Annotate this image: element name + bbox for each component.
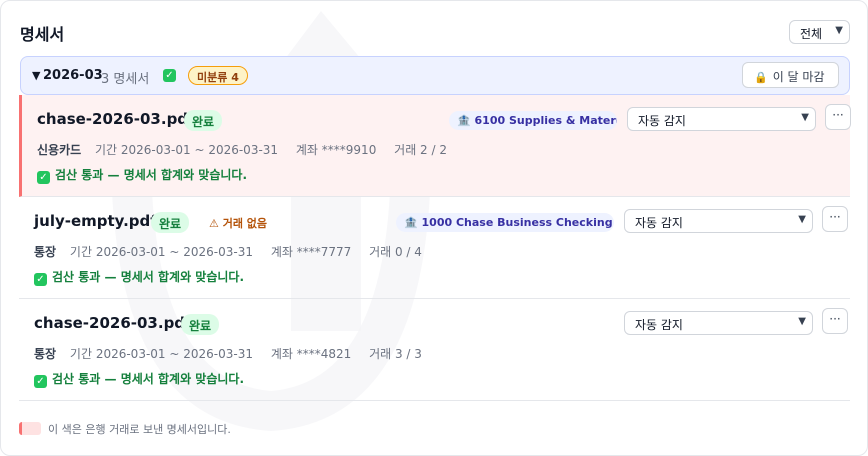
legend-footer: 이 색은 은행 거래로 보낸 명세서입니다. (19, 421, 231, 437)
account-chip[interactable]: 🏦 1000 Chase Business Checking -… (396, 213, 614, 232)
statement-filename[interactable]: chase-2026-03.pdf (37, 110, 195, 128)
reconcile-status: ✓ 검산 통과 — 명세서 합계와 맞습니다. (34, 370, 244, 388)
bank-icon: 🏦 (404, 216, 422, 229)
reconcile-text: 검산 통과 — 명세서 합계와 맞습니다. (52, 372, 245, 386)
statement-row: chase-2026-03.pdf 완료 자동 감지 ▼ ··· 통장 기간 2… (19, 299, 850, 401)
reconcile-text: 검산 통과 — 명세서 합계와 맞습니다. (55, 168, 248, 182)
statement-tx-count: 거래 0 / 4 (369, 245, 422, 259)
statement-meta: 신용카드 기간 2026-03-01 ~ 2026-03-31 계좌 ****9… (37, 141, 461, 158)
account-chip-label: 6100 Supplies & Materials (474, 114, 617, 127)
select-value: 자동 감지 (635, 318, 683, 332)
statement-filename[interactable]: july-empty.pdf (34, 212, 157, 230)
status-badge: 완료 (151, 212, 190, 233)
page-title: 명세서 (20, 25, 65, 44)
statement-kind: 통장 (34, 245, 57, 259)
statement-period: 기간 2026-03-01 ~ 2026-03-31 (69, 245, 253, 259)
check-icon: ✓ (34, 375, 47, 388)
statement-kind: 통장 (34, 347, 57, 361)
unclassified-badge[interactable]: 미분류 4 (188, 66, 248, 85)
warning-label: 거래 없음 (222, 217, 268, 230)
account-type-select[interactable]: 자동 감지 ▼ (627, 107, 816, 131)
check-icon: ✓ (34, 273, 47, 286)
more-options-button[interactable]: ··· (822, 308, 848, 334)
group-month: 2026-03 (43, 68, 103, 83)
statement-filename[interactable]: chase-2026-03.pdf (34, 314, 192, 332)
statement-tx-count: 거래 3 / 3 (369, 347, 422, 361)
status-badge: 완료 (181, 314, 220, 335)
select-value: 자동 감지 (638, 114, 686, 128)
chevron-down-icon: ▼ (798, 316, 806, 327)
statement-period: 기간 2026-03-01 ~ 2026-03-31 (69, 347, 253, 361)
group-count: 3 명세서 (101, 72, 150, 87)
collapse-triangle-icon[interactable]: ▼ (32, 69, 40, 82)
reconcile-status: ✓ 검산 통과 — 명세서 합계와 맞습니다. (34, 268, 244, 286)
more-options-button[interactable]: ··· (825, 104, 851, 130)
account-chip[interactable]: 🏦 6100 Supplies & Materials (449, 111, 617, 130)
statement-kind: 신용카드 (37, 143, 82, 157)
chevron-down-icon: ▼ (801, 112, 809, 123)
check-icon: ✓ (163, 69, 176, 82)
reconcile-status: ✓ 검산 통과 — 명세서 합계와 맞습니다. (37, 166, 247, 184)
statement-account: 계좌 ****4821 (270, 347, 352, 361)
no-transactions-warning: ⚠ 거래 없음 (209, 215, 267, 231)
statement-account: 계좌 ****7777 (270, 245, 352, 259)
filter-select[interactable]: 전체 ▼ (789, 20, 850, 44)
check-icon: ✓ (37, 171, 50, 184)
account-type-select[interactable]: 자동 감지 ▼ (624, 311, 813, 335)
chevron-down-icon: ▼ (835, 25, 843, 36)
legend-text: 이 색은 은행 거래로 보낸 명세서입니다. (48, 423, 231, 436)
close-month-button[interactable]: 🔒 이 달 마감 (742, 62, 839, 88)
statement-row: july-empty.pdf 완료 ⚠ 거래 없음 🏦 1000 Chase B… (19, 197, 850, 299)
warning-icon: ⚠ (209, 217, 223, 230)
status-badge: 완료 (184, 110, 223, 131)
statement-meta: 통장 기간 2026-03-01 ~ 2026-03-31 계좌 ****777… (34, 243, 436, 260)
statement-period: 기간 2026-03-01 ~ 2026-03-31 (95, 143, 279, 157)
close-month-label: 이 달 마감 (772, 70, 825, 84)
more-options-button[interactable]: ··· (822, 206, 848, 232)
statement-tx-count: 거래 2 / 2 (394, 143, 447, 157)
account-chip-label: 1000 Chase Business Checking -… (421, 216, 614, 229)
statement-meta: 통장 기간 2026-03-01 ~ 2026-03-31 계좌 ****482… (34, 345, 436, 362)
statements-panel: 명세서 전체 ▼ ▼ 2026-03 3 명세서 ✓ 미분류 4 🔒 이 달 마감… (0, 0, 868, 456)
statement-account: 계좌 ****9910 (295, 143, 377, 157)
filter-value: 전체 (800, 27, 823, 41)
select-value: 자동 감지 (635, 216, 683, 230)
reconcile-text: 검산 통과 — 명세서 합계와 맞습니다. (52, 270, 245, 284)
month-group-header[interactable]: ▼ 2026-03 3 명세서 ✓ 미분류 4 🔒 이 달 마감 (20, 56, 850, 95)
lock-icon: 🔒 (754, 71, 768, 84)
bank-icon: 🏦 (457, 114, 475, 127)
account-type-select[interactable]: 자동 감지 ▼ (624, 209, 813, 233)
bank-row-swatch (19, 422, 41, 435)
statement-row: chase-2026-03.pdf 완료 🏦 6100 Supplies & M… (19, 95, 851, 197)
chevron-down-icon: ▼ (798, 214, 806, 225)
panel-header: 명세서 전체 ▼ (1, 1, 867, 57)
